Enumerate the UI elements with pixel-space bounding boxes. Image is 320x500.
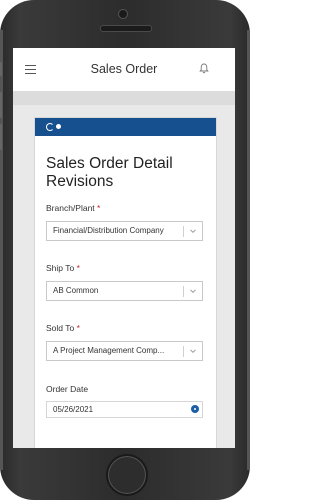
ship-to-label-text: Ship To: [46, 263, 75, 273]
phone-frame: Sales Order Sales Order Detail Revisions…: [0, 0, 250, 500]
sub-header-bar: [13, 91, 235, 105]
mute-switch: [0, 62, 2, 76]
card-header: [35, 118, 216, 136]
volume-down-button: [0, 124, 2, 150]
required-mark: *: [76, 263, 80, 273]
ship-to-select[interactable]: AB Common: [46, 281, 203, 301]
order-date-value: 05/26/2021: [53, 405, 94, 414]
earpiece-speaker: [100, 25, 152, 32]
volume-up-button: [0, 92, 2, 118]
sold-to-value: A Project Management Comp...: [53, 346, 165, 355]
ship-to-label: Ship To *: [46, 263, 80, 273]
branch-plant-select[interactable]: Financial/Distribution Company: [46, 221, 203, 241]
order-date-input[interactable]: 05/26/2021: [46, 401, 203, 418]
ship-to-value: AB Common: [53, 286, 99, 295]
front-camera: [118, 9, 128, 19]
chevron-down-icon[interactable]: [188, 226, 198, 236]
calendar-icon[interactable]: [191, 405, 199, 413]
sold-to-label: Sold To *: [46, 323, 80, 333]
sold-to-label-text: Sold To: [46, 323, 75, 333]
select-divider: [183, 226, 184, 237]
app-bar: Sales Order: [13, 48, 235, 92]
order-date-label: Order Date: [46, 384, 89, 394]
required-mark: *: [76, 323, 80, 333]
branch-plant-value: Financial/Distribution Company: [53, 226, 164, 235]
select-divider: [183, 346, 184, 357]
loading-spinner-icon: [46, 123, 54, 131]
phone-screen: Sales Order Sales Order Detail Revisions…: [13, 48, 235, 448]
sold-to-select[interactable]: A Project Management Comp...: [46, 341, 203, 361]
chevron-down-icon[interactable]: [188, 286, 198, 296]
select-divider: [183, 286, 184, 297]
status-dot-icon: [56, 124, 61, 129]
branch-plant-label-text: Branch/Plant: [46, 203, 95, 213]
form-card: Sales Order Detail Revisions Branch/Plan…: [34, 117, 217, 448]
bell-icon[interactable]: [199, 63, 209, 74]
branch-plant-label: Branch/Plant *: [46, 203, 100, 213]
phone-edge-right: [247, 30, 250, 470]
chevron-down-icon[interactable]: [188, 346, 198, 356]
form-title: Sales Order Detail Revisions: [46, 155, 173, 190]
required-mark: *: [97, 203, 101, 213]
home-button[interactable]: [106, 454, 148, 496]
